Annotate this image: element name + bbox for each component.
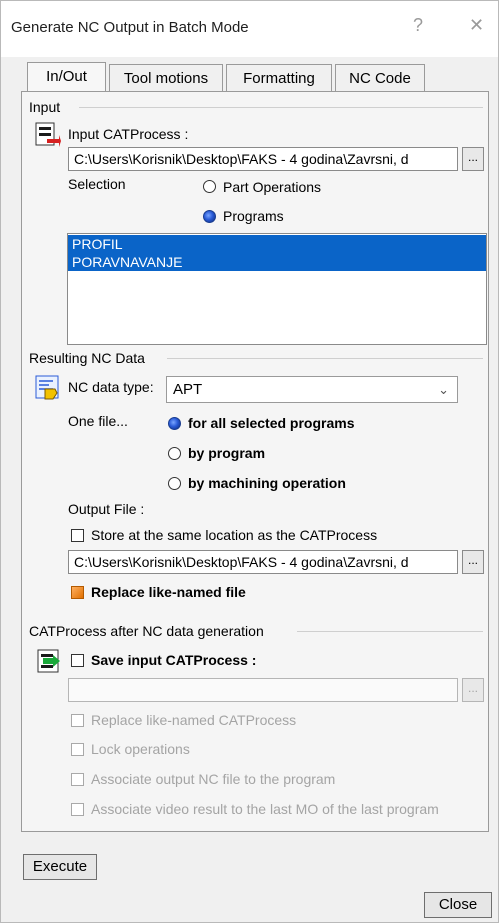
- after-separator: [297, 631, 483, 632]
- lock-operations-label: Lock operations: [91, 741, 190, 757]
- input-separator: [79, 107, 483, 108]
- selection-label: Selection: [68, 176, 126, 192]
- by-operation-radio[interactable]: [168, 477, 181, 490]
- tab-tool-motions[interactable]: Tool motions: [109, 64, 223, 92]
- help-button[interactable]: ?: [413, 15, 423, 36]
- input-catprocess-label: Input CATProcess :: [68, 126, 189, 142]
- associate-output-label: Associate output NC file to the program: [91, 771, 336, 787]
- all-programs-radio[interactable]: [168, 417, 181, 430]
- by-program-label: by program: [188, 445, 266, 461]
- tab-nc-code[interactable]: NC Code: [335, 64, 425, 92]
- nc-data-section-label: Resulting NC Data: [29, 350, 145, 366]
- tab-in-out[interactable]: In/Out: [27, 62, 106, 93]
- output-path-field[interactable]: C:\Users\Korisnik\Desktop\FAKS - 4 godin…: [68, 550, 458, 574]
- after-section-label: CATProcess after NC data generation: [29, 623, 264, 639]
- replace-file-label: Replace like-named file: [91, 584, 246, 600]
- chevron-down-icon: ⌄: [438, 382, 449, 397]
- input-browse-button[interactable]: ...: [462, 147, 484, 171]
- save-browse-button[interactable]: ...: [462, 678, 484, 702]
- store-same-location-label: Store at the same location as the CATPro…: [91, 527, 378, 543]
- title-bar: Generate NC Output in Batch Mode ? ✕: [1, 1, 498, 57]
- save-input-catprocess-checkbox[interactable]: [71, 654, 84, 667]
- replace-file-checkbox[interactable]: [71, 586, 84, 599]
- save-path-field[interactable]: [68, 678, 458, 702]
- save-catprocess-icon: [37, 649, 60, 673]
- store-same-location-checkbox[interactable]: [71, 529, 84, 542]
- catprocess-icon: [35, 122, 61, 147]
- by-program-radio[interactable]: [168, 447, 181, 460]
- all-programs-label: for all selected programs: [188, 415, 355, 431]
- lock-operations-checkbox[interactable]: [71, 743, 84, 756]
- nc-data-type-select[interactable]: APT ⌄: [166, 376, 458, 403]
- execute-button[interactable]: Execute: [23, 854, 97, 880]
- part-operations-radio[interactable]: [203, 180, 216, 193]
- window-title: Generate NC Output in Batch Mode: [11, 19, 249, 36]
- one-file-label: One file...: [68, 413, 128, 429]
- programs-label: Programs: [223, 208, 284, 224]
- part-operations-label: Part Operations: [223, 179, 322, 195]
- input-catprocess-path-field[interactable]: C:\Users\Korisnik\Desktop\FAKS - 4 godin…: [68, 147, 458, 171]
- nc-data-separator: [167, 358, 483, 359]
- associate-video-checkbox[interactable]: [71, 803, 84, 816]
- by-operation-label: by machining operation: [188, 475, 346, 491]
- input-section-label: Input: [29, 99, 61, 115]
- list-item[interactable]: PROFIL: [68, 235, 486, 253]
- programs-radio[interactable]: [203, 210, 216, 223]
- nc-data-type-value: APT: [173, 381, 203, 398]
- replace-catprocess-checkbox[interactable]: [71, 714, 84, 727]
- output-file-label: Output File :: [68, 501, 145, 517]
- nc-data-icon: [35, 375, 59, 400]
- programs-list[interactable]: PROFIL PORAVNAVANJE: [67, 233, 487, 345]
- nc-data-type-label: NC data type:: [68, 379, 154, 395]
- save-input-catprocess-label: Save input CATProcess :: [91, 652, 257, 668]
- output-browse-button[interactable]: ...: [462, 550, 484, 574]
- close-button[interactable]: Close: [424, 892, 492, 918]
- list-item[interactable]: PORAVNAVANJE: [68, 253, 486, 271]
- replace-catprocess-label: Replace like-named CATProcess: [91, 712, 297, 728]
- associate-video-label: Associate video result to the last MO of…: [91, 801, 439, 817]
- close-window-button[interactable]: ✕: [469, 15, 484, 36]
- tab-formatting[interactable]: Formatting: [226, 64, 332, 92]
- batch-mode-dialog: Generate NC Output in Batch Mode ? ✕ In/…: [0, 0, 499, 923]
- associate-output-checkbox[interactable]: [71, 773, 84, 786]
